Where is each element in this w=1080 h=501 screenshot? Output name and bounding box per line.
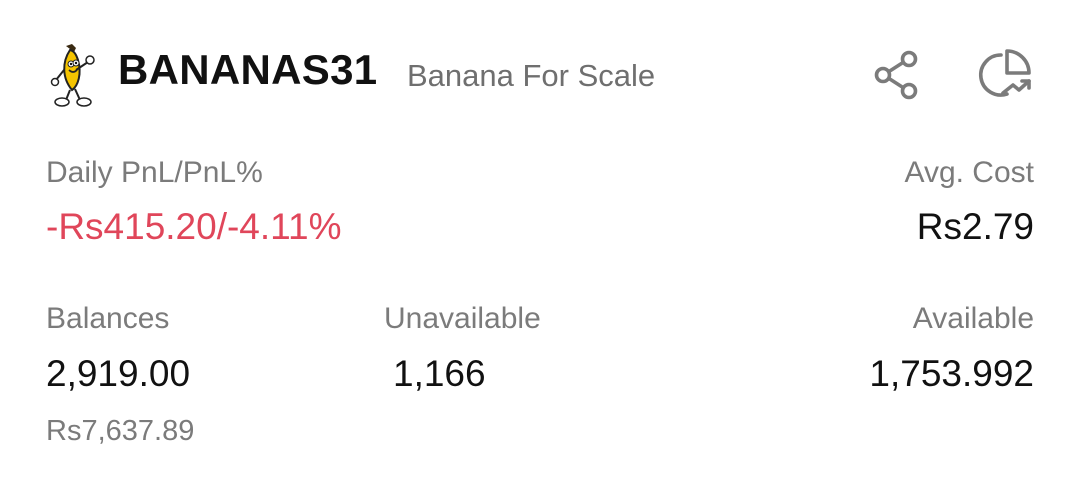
asset-header: BANANAS31 Banana For Scale [48,38,1040,114]
available-value: 1,753.992 [869,353,1034,394]
daily-pnl-label: Daily PnL/PnL% [46,156,263,189]
balances-value: 2,919.00 [46,353,191,394]
unavailable-label: Unavailable [384,302,541,335]
asset-name: Banana For Scale [407,58,656,93]
daily-pnl-value: -Rs415.20/-4.11% [46,206,342,247]
banana-mascot-icon [48,40,108,108]
unavailable-value: 1,166 [393,353,486,394]
avg-cost-value: Rs2.79 [916,206,1034,247]
asset-symbol: BANANAS31 [118,46,378,93]
pie-chart-button[interactable] [976,46,1034,104]
balances-label: Balances [46,302,170,335]
share-icon [874,50,918,100]
share-button[interactable] [868,46,926,104]
avg-cost-label: Avg. Cost [904,156,1034,189]
balances-fiat-value: Rs7,637.89 [46,415,195,447]
available-label: Available [912,302,1034,335]
pie-chart-trend-icon [978,49,1031,97]
